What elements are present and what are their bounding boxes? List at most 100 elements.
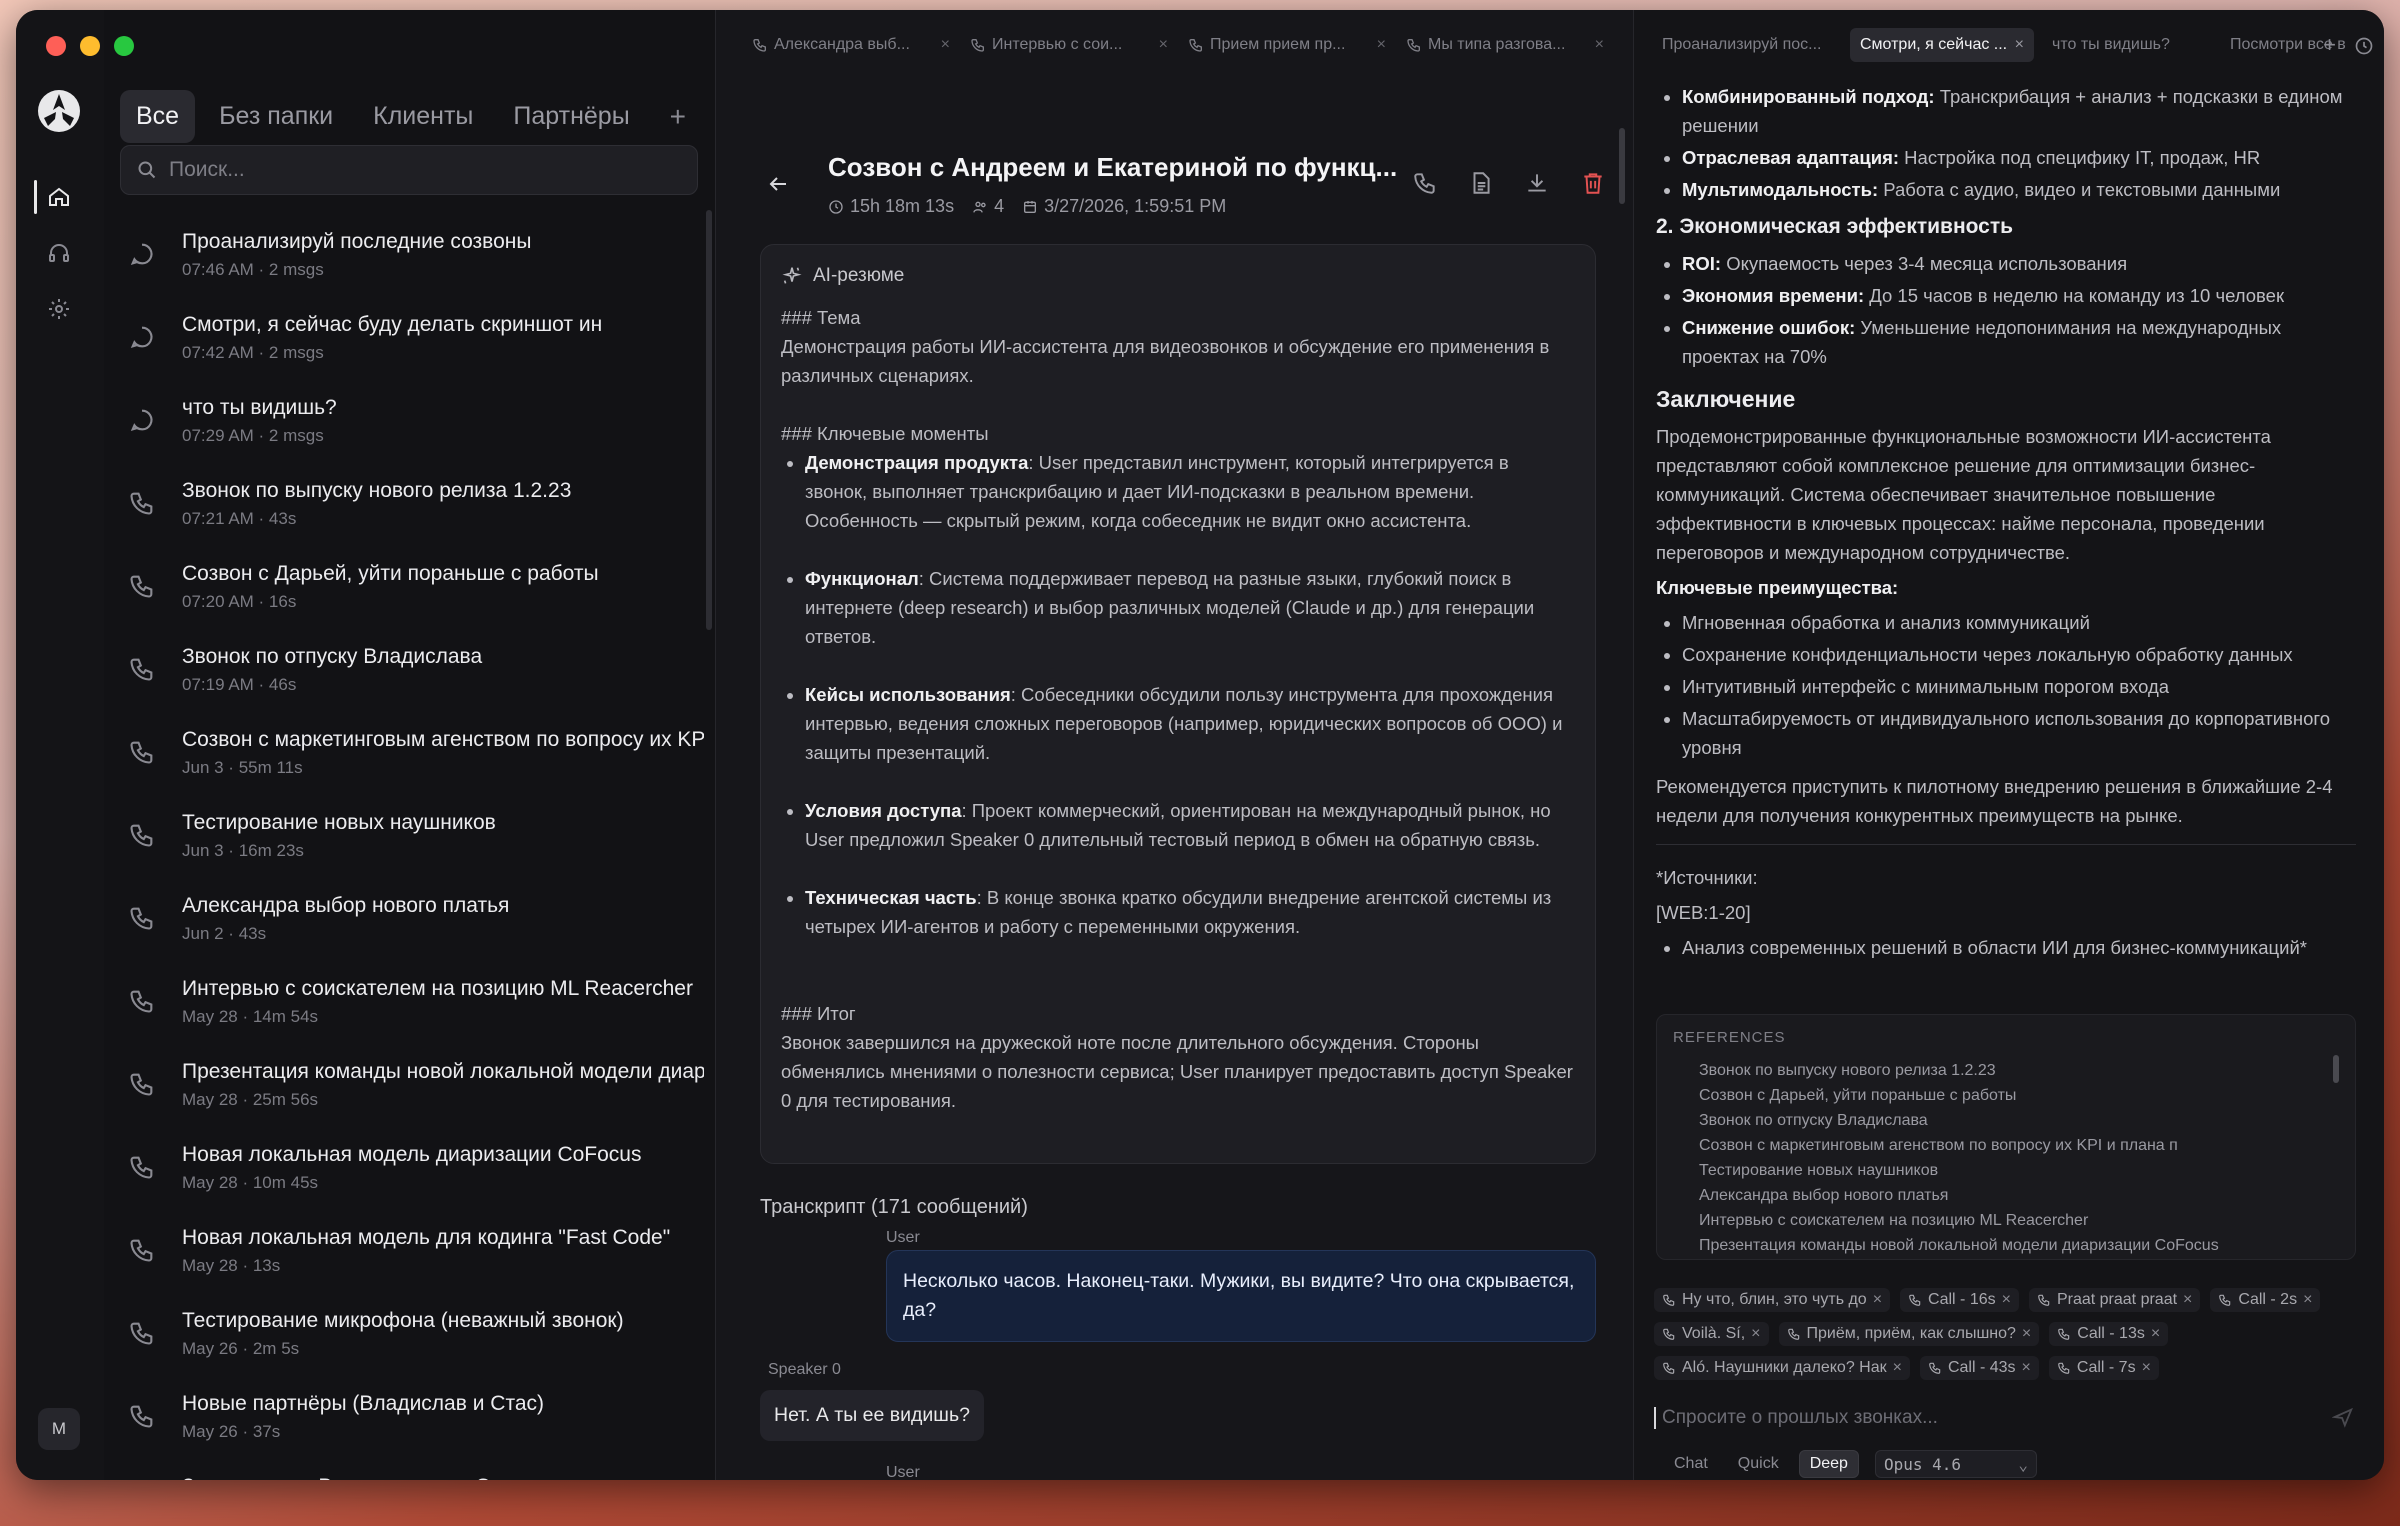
context-chip[interactable]: Praat praat praat ×: [2028, 1288, 2201, 1312]
context-chip[interactable]: Call - 13s ×: [2049, 1322, 2169, 1346]
close-icon[interactable]: ×: [2183, 1291, 2192, 1309]
conversation-item[interactable]: Новые партнёры (Владислав и Стас) May 26…: [104, 1378, 704, 1461]
close-window-button[interactable]: [46, 36, 66, 56]
call-tab[interactable]: Прием прием пр... ×: [1178, 22, 1396, 68]
conversation-text: Созвон с Дарьей, уйти пораньше с работы …: [182, 562, 704, 612]
econ-heading: 2. Экономическая эффективность: [1656, 215, 2014, 238]
context-chip[interactable]: Voilà. Sí, ×: [1654, 1322, 1769, 1346]
minimize-window-button[interactable]: [80, 36, 100, 56]
chip-label: Call - 43s: [1947, 1359, 2016, 1376]
close-icon[interactable]: ×: [933, 36, 950, 54]
reference-item[interactable]: Звонок по отпуску Владислава: [1699, 1108, 2339, 1133]
conversation-item[interactable]: Проанализируй последние созвоны 07:46 AM…: [104, 216, 704, 299]
maximize-window-button[interactable]: [114, 36, 134, 56]
conversation-item[interactable]: Знакомство с Владиславом и Стасом: [104, 1461, 704, 1480]
reference-item[interactable]: Интервью с соискателем на позицию ML Rea…: [1699, 1208, 2339, 1233]
conversation-item[interactable]: Интервью с соискателем на позицию ML Rea…: [104, 963, 704, 1046]
close-icon[interactable]: ×: [1893, 1359, 1902, 1377]
assistant-tabs: Проанализируй пос... Смотри, я сейчас ..…: [1634, 10, 2384, 80]
close-icon[interactable]: ×: [2151, 1325, 2160, 1343]
conversation-item[interactable]: Тестирование микрофона (неважный звонок)…: [104, 1295, 704, 1378]
conversation-text: Знакомство с Владиславом и Стасом: [182, 1475, 704, 1480]
close-icon[interactable]: ×: [2002, 1291, 2011, 1309]
mode-quick-button[interactable]: Quick: [1728, 1451, 1789, 1477]
phone-icon: [128, 1070, 156, 1098]
call-tab[interactable]: Мы типа разгова... ×: [1396, 22, 1614, 68]
close-icon[interactable]: ×: [2015, 36, 2024, 54]
close-icon[interactable]: ×: [1873, 1291, 1882, 1309]
folder-tab-clients[interactable]: Клиенты: [357, 90, 489, 143]
conversation-item[interactable]: Созвон с маркетинговым агенством по вопр…: [104, 714, 704, 797]
call-tab[interactable]: Александра выб... ×: [742, 22, 960, 68]
chip-label: Call - 7s: [2076, 1359, 2136, 1376]
download-icon[interactable]: [1524, 170, 1550, 196]
folder-tab-all[interactable]: Все: [120, 90, 196, 143]
phone-icon[interactable]: [1412, 170, 1438, 196]
close-icon[interactable]: ×: [1369, 36, 1386, 54]
assistant-tab[interactable]: что ты видишь?: [2042, 28, 2220, 62]
headphones-icon[interactable]: [42, 236, 76, 270]
call-tab[interactable]: Интервью с сои... ×: [960, 22, 1178, 68]
document-icon[interactable]: [1468, 170, 1494, 196]
folder-tab-partners[interactable]: Партнёры: [497, 90, 645, 143]
reference-item[interactable]: Созвон с маркетинговым агенством по вопр…: [1699, 1133, 2339, 1158]
conversation-meta: 07:46 AM · 2 msgs: [182, 260, 324, 279]
settings-gear-icon[interactable]: [42, 292, 76, 326]
folder-tab-unsorted[interactable]: Без папки: [203, 90, 349, 143]
reference-item[interactable]: Звонок по выпуску нового релиза 1.2.23: [1699, 1058, 2339, 1083]
conversation-meta: May 28 · 14m 54s: [182, 1007, 319, 1026]
user-avatar[interactable]: M: [38, 1408, 80, 1450]
conversation-item[interactable]: что ты видишь? 07:29 AM · 2 msgs: [104, 382, 704, 465]
back-arrow-icon[interactable]: [766, 172, 790, 196]
mode-deep-button[interactable]: Deep: [1798, 1450, 1859, 1478]
close-icon[interactable]: ×: [2303, 1291, 2312, 1309]
app-logo-icon: [38, 90, 80, 132]
detail-scrollbar[interactable]: [1619, 128, 1625, 204]
close-icon[interactable]: ×: [1587, 36, 1604, 54]
conversation-title: Тестирование новых наушников: [182, 811, 496, 834]
add-folder-button[interactable]: +: [654, 101, 702, 133]
add-tab-button[interactable]: +: [2323, 32, 2336, 58]
call-tab-label: Мы типа разгова...: [1428, 36, 1566, 53]
sidebar-scrollbar[interactable]: [706, 210, 712, 630]
conversation-item[interactable]: Новая локальная модель диаризации CoFocu…: [104, 1129, 704, 1212]
close-icon[interactable]: ×: [2022, 1359, 2031, 1377]
model-select[interactable]: Opus 4.6 ⌄: [1874, 1450, 2037, 1478]
home-icon[interactable]: [42, 180, 76, 214]
conversation-item[interactable]: Созвон с Дарьей, уйти пораньше с работы …: [104, 548, 704, 631]
conversation-item[interactable]: Новая локальная модель для кодинга "Fast…: [104, 1212, 704, 1295]
ask-input[interactable]: [1654, 1407, 2294, 1429]
context-chip[interactable]: Call - 2s ×: [2210, 1288, 2321, 1312]
context-chip[interactable]: Call - 7s ×: [2048, 1356, 2159, 1380]
history-clock-icon[interactable]: [2354, 36, 2374, 56]
trash-icon[interactable]: [1580, 170, 1606, 196]
references-scrollbar[interactable]: [2333, 1055, 2339, 1083]
conversation-item[interactable]: Презентация команды новой локальной моде…: [104, 1046, 704, 1129]
phone-icon: [1928, 1361, 1942, 1375]
search-input[interactable]: [169, 158, 669, 182]
reference-item[interactable]: Созвон с Дарьей, уйти пораньше с работы: [1699, 1083, 2339, 1108]
close-icon[interactable]: ×: [1151, 36, 1168, 54]
close-icon[interactable]: ×: [2142, 1359, 2151, 1377]
context-chip[interactable]: Aló. Наушники далеко? Нак ×: [1654, 1356, 1910, 1380]
reference-item[interactable]: Тестирование новых наушников: [1699, 1158, 2339, 1183]
mode-chat-button[interactable]: Chat: [1664, 1451, 1718, 1477]
conversation-item[interactable]: Звонок по выпуску нового релиза 1.2.23 0…: [104, 465, 704, 548]
close-icon[interactable]: ×: [2022, 1325, 2031, 1343]
reference-item[interactable]: Александра выбор нового платья: [1699, 1183, 2339, 1208]
send-icon[interactable]: [2332, 1406, 2354, 1428]
conversation-item[interactable]: Звонок по отпуску Владислава 07:19 AM · …: [104, 631, 704, 714]
advantage-item: Интуитивный интерфейс с минимальным поро…: [1682, 672, 2356, 701]
context-chip[interactable]: Ну что, блин, это чуть до ×: [1654, 1288, 1891, 1312]
reference-item[interactable]: Презентация команды новой локальной моде…: [1699, 1233, 2339, 1258]
context-chip[interactable]: Call - 43s ×: [1919, 1356, 2039, 1380]
assistant-tab-active[interactable]: Смотри, я сейчас ... ×: [1850, 28, 2034, 62]
close-icon[interactable]: ×: [1751, 1325, 1760, 1343]
conversation-title: Смотри, я сейчас буду делать скриншот ин: [182, 313, 603, 336]
assistant-tab[interactable]: Проанализируй пос...: [1652, 28, 1842, 62]
context-chip[interactable]: Приём, приём, как слышно? ×: [1778, 1322, 2040, 1346]
context-chip[interactable]: Call - 16s ×: [1900, 1288, 2019, 1312]
conversation-item[interactable]: Александра выбор нового платья Jun 2 · 4…: [104, 880, 704, 963]
conversation-item[interactable]: Смотри, я сейчас буду делать скриншот ин…: [104, 299, 704, 382]
conversation-item[interactable]: Тестирование новых наушников Jun 3 · 16m…: [104, 797, 704, 880]
